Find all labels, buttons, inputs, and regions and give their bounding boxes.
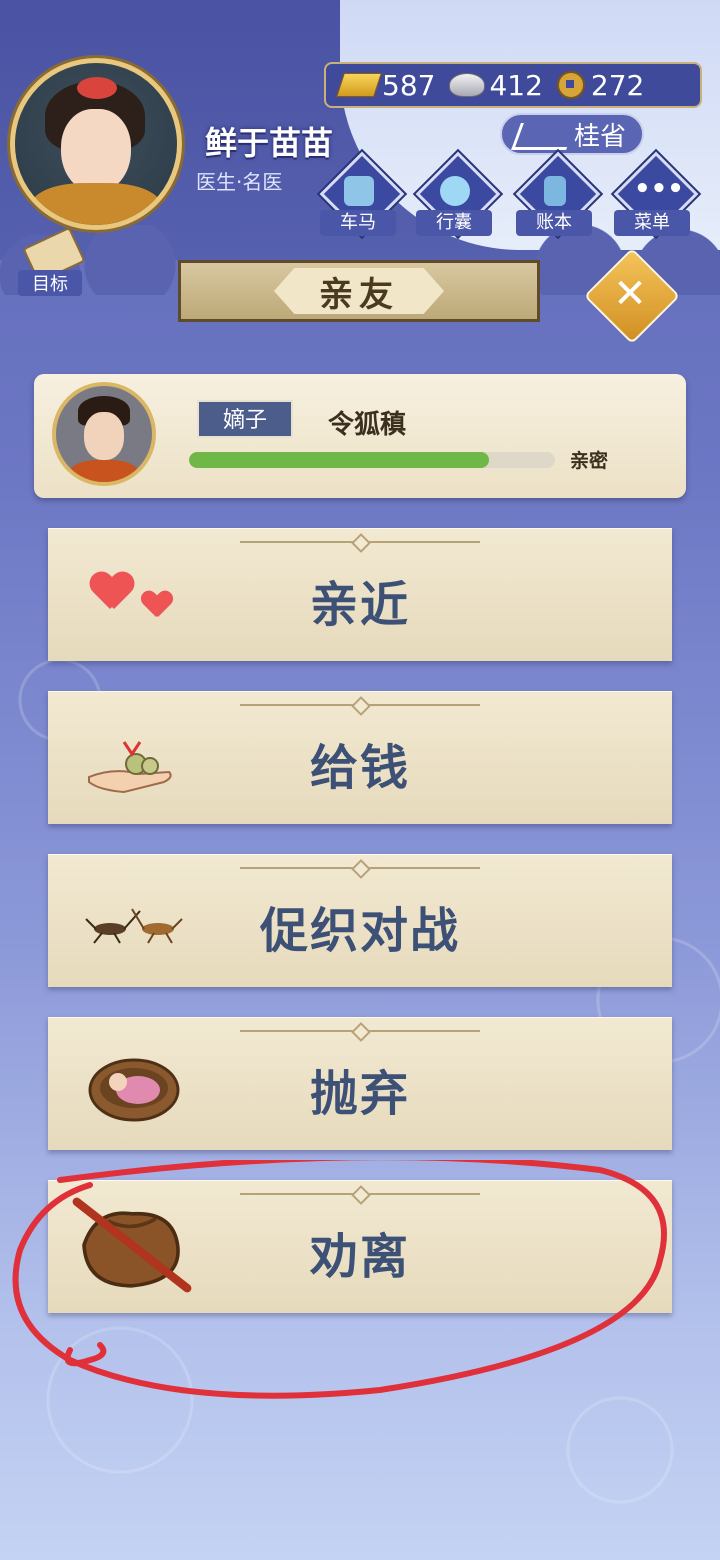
- action-label: 给钱: [309, 740, 410, 796]
- divider: [240, 541, 480, 543]
- relative-avatar[interactable]: [52, 382, 156, 486]
- player-avatar[interactable]: [10, 58, 182, 230]
- coin-currency: 272: [556, 68, 645, 102]
- menu-dots-icon: •••: [634, 174, 684, 204]
- silver-amount: 412: [489, 68, 543, 102]
- ledger-icon: [544, 176, 566, 206]
- avatar-face: [84, 412, 124, 460]
- nav-label: 行囊: [416, 210, 492, 236]
- avatar-face: [61, 109, 131, 193]
- carriage-icon: [344, 176, 374, 206]
- avatar-ornament: [77, 77, 117, 99]
- action-card-persuade-leave[interactable]: 劝离: [48, 1180, 672, 1313]
- gold-ingot-icon: [336, 73, 382, 97]
- currency-bar: 587 412 272: [324, 62, 702, 108]
- action-label: 抛弃: [309, 1066, 410, 1122]
- nav-label: 账本: [516, 210, 592, 236]
- silver-ingot-icon: [449, 73, 486, 97]
- nav-label: 菜单: [614, 210, 690, 236]
- intimacy-bar: [189, 452, 555, 468]
- action-card-abandon[interactable]: 抛弃: [48, 1017, 672, 1150]
- nav-label: 车马: [320, 210, 396, 236]
- page-title-banner: 亲友: [178, 260, 540, 322]
- action-card-give-money[interactable]: 给钱: [48, 691, 672, 824]
- bundle-icon: [440, 176, 470, 206]
- player-title: 医生·名医: [196, 170, 283, 194]
- relative-name: 令狐稹: [328, 410, 407, 440]
- coin-amount: 272: [590, 68, 645, 102]
- gold-currency: 587: [336, 68, 436, 102]
- intimacy-label: 亲密: [570, 450, 609, 472]
- province-label: 桂省: [573, 121, 626, 152]
- divider: [240, 704, 480, 706]
- nav-carriage-button[interactable]: 车马: [318, 151, 405, 240]
- player-name: 鲜于苗苗: [205, 124, 334, 162]
- nav-menu-button[interactable]: ••• 菜单: [612, 151, 699, 240]
- action-label: 劝离: [309, 1229, 410, 1285]
- action-label: 亲近: [309, 577, 410, 633]
- relative-info-card: 嫡子 令狐稹 亲密: [34, 374, 686, 498]
- intimacy-bar-fill: [189, 452, 490, 468]
- silver-currency: 412: [449, 68, 543, 102]
- avatar-robe: [70, 460, 138, 482]
- action-card-cricket-fight[interactable]: 促织对战: [48, 854, 672, 987]
- divider: [240, 1030, 480, 1032]
- goal-label: 目标: [18, 270, 82, 296]
- action-card-approach[interactable]: 亲近: [48, 528, 672, 661]
- page-title: 亲友: [274, 268, 444, 314]
- sedan-icon: [511, 123, 576, 150]
- relation-tag: 嫡子: [197, 400, 293, 438]
- action-label: 促织对战: [259, 903, 460, 959]
- nav-bundle-button[interactable]: 行囊: [414, 151, 501, 240]
- avatar-robe: [30, 183, 162, 225]
- divider: [240, 1193, 480, 1195]
- nav-ledger-button[interactable]: 账本: [514, 151, 601, 240]
- province-button[interactable]: 桂省: [500, 113, 644, 155]
- divider: [240, 867, 480, 869]
- goal-button[interactable]: 目标: [12, 226, 88, 296]
- gold-amount: 587: [382, 68, 436, 102]
- copper-coin-icon: [556, 71, 585, 99]
- close-icon[interactable]: ✕: [598, 262, 662, 326]
